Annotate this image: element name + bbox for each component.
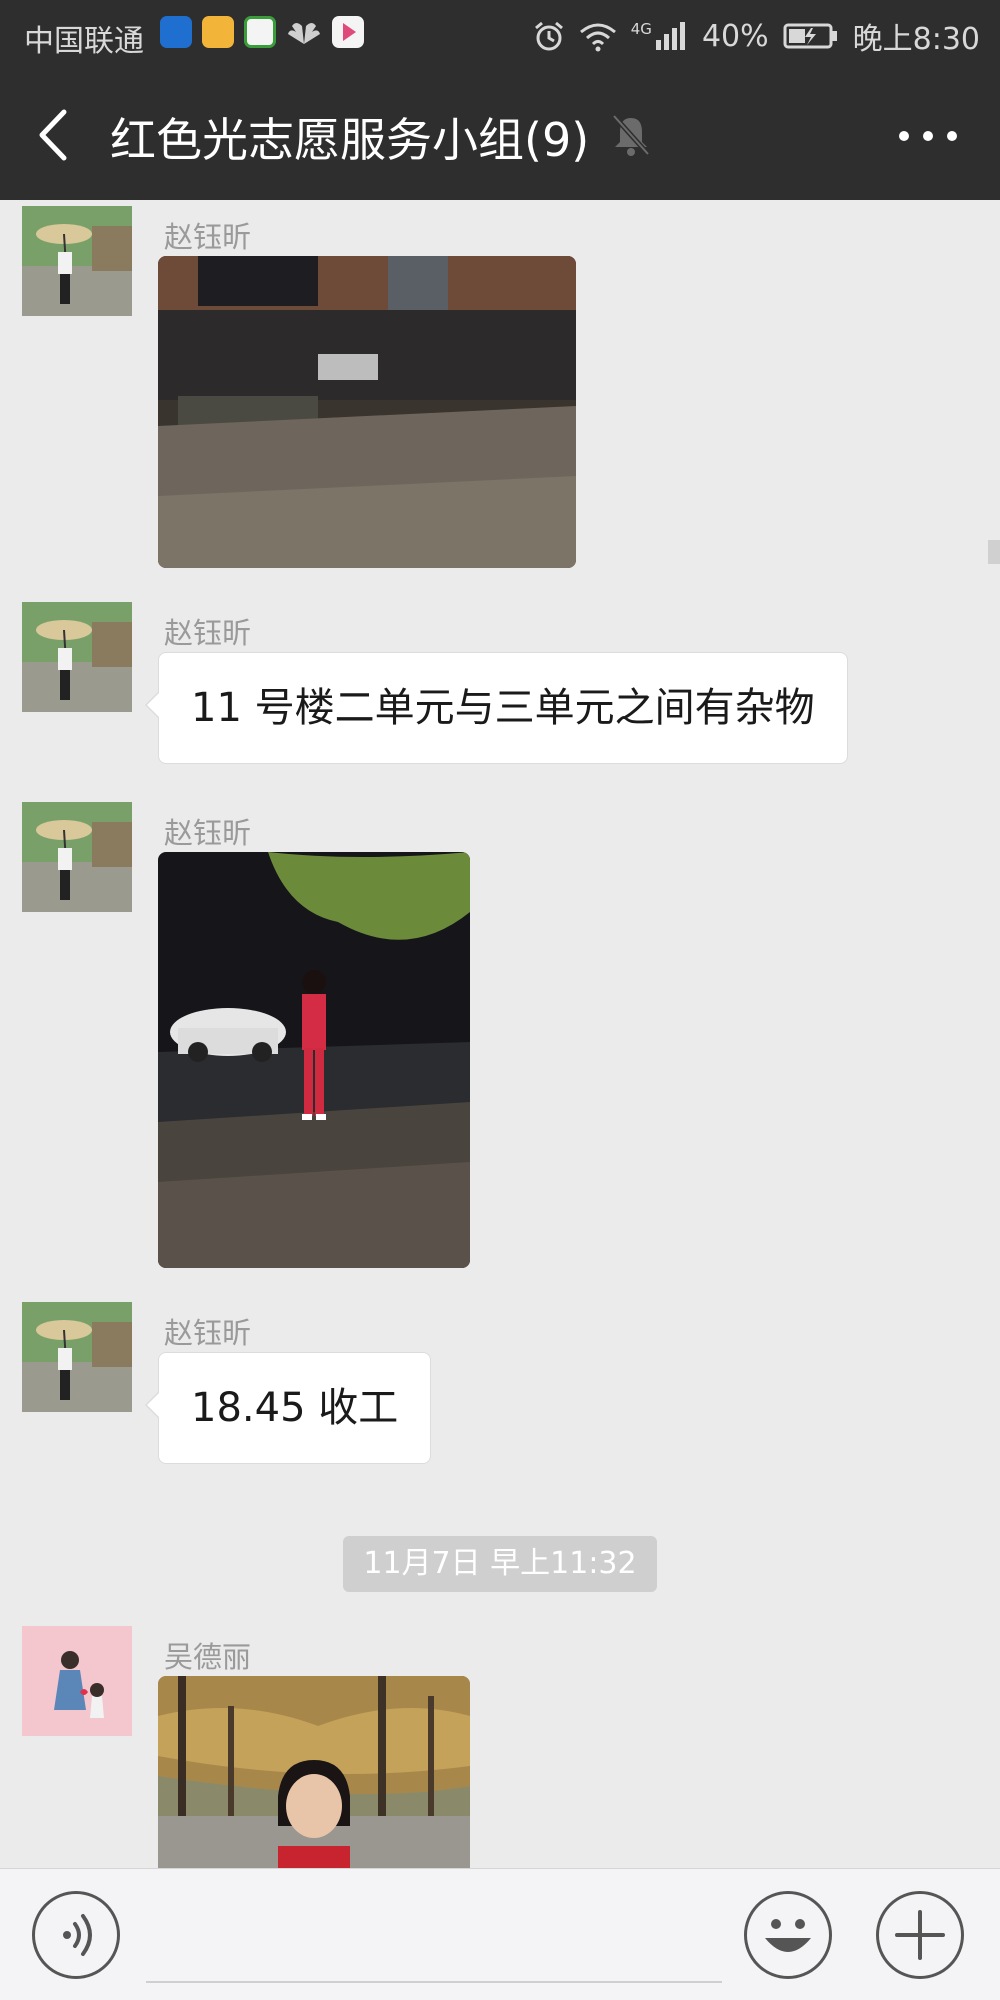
wifi-icon [579, 23, 616, 52]
chevron-left-icon [39, 109, 67, 161]
shield-app-icon [160, 16, 192, 48]
message-image[interactable] [158, 256, 576, 568]
status-bar: 中国联通 4G 40% 晚上8:30 [0, 0, 1000, 70]
battery-percent: 40% [701, 18, 769, 54]
back-button[interactable] [28, 102, 88, 168]
voice-icon [63, 1914, 92, 1956]
clock: 晚上8:30 [852, 22, 980, 57]
message-bubble[interactable]: 18.45 收工 [144, 1352, 432, 1464]
battery-icon [783, 23, 837, 49]
message-timestamp: 11月7日 早上11:32 [343, 1536, 657, 1592]
smiley-icon [765, 1919, 811, 1952]
input-bar [0, 1868, 1000, 2000]
bell-muted-icon [610, 112, 652, 158]
status-indicators: 4G 40% 晚上8:30 [533, 14, 980, 58]
qu-app-icon [202, 16, 234, 48]
message-bubble[interactable]: 11 号楼二单元与三单元之间有杂物 [145, 652, 848, 764]
plus-icon [895, 1910, 945, 1960]
sender-name: 赵钰昕 [164, 816, 252, 850]
video-app-icon [332, 16, 364, 48]
avatar[interactable] [22, 1626, 132, 1736]
sender-name: 吴德丽 [164, 1640, 252, 1674]
avatar[interactable] [22, 206, 132, 316]
sender-name: 赵钰昕 [164, 616, 252, 650]
message-image[interactable] [158, 1676, 470, 1868]
emoji-button[interactable] [744, 1891, 832, 1979]
chat-header: 红色光志愿服务小组(9) [0, 70, 1000, 200]
more-actions-button[interactable] [876, 1891, 964, 1979]
message-input[interactable] [146, 1981, 722, 1983]
voice-button[interactable] [32, 1891, 120, 1979]
carrier-label: 中国联通 [24, 24, 144, 59]
sender-name: 赵钰昕 [164, 1316, 252, 1350]
scrollbar[interactable] [988, 540, 1000, 564]
avatar[interactable] [22, 602, 132, 712]
chat-title: 红色光志愿服务小组(9) [110, 113, 590, 167]
message-image[interactable] [158, 852, 470, 1268]
avatar[interactable] [22, 802, 132, 912]
notification-icons [160, 16, 364, 48]
network-type-label: 4G [630, 20, 652, 38]
browser-app-icon [244, 16, 276, 48]
signal-icon [655, 22, 685, 50]
more-options-button[interactable] [888, 108, 968, 164]
avatar[interactable] [22, 1302, 132, 1412]
huawei-app-icon [286, 16, 322, 48]
more-dots-icon [899, 131, 957, 141]
sender-name: 赵钰昕 [164, 220, 252, 254]
alarm-icon [534, 21, 563, 51]
